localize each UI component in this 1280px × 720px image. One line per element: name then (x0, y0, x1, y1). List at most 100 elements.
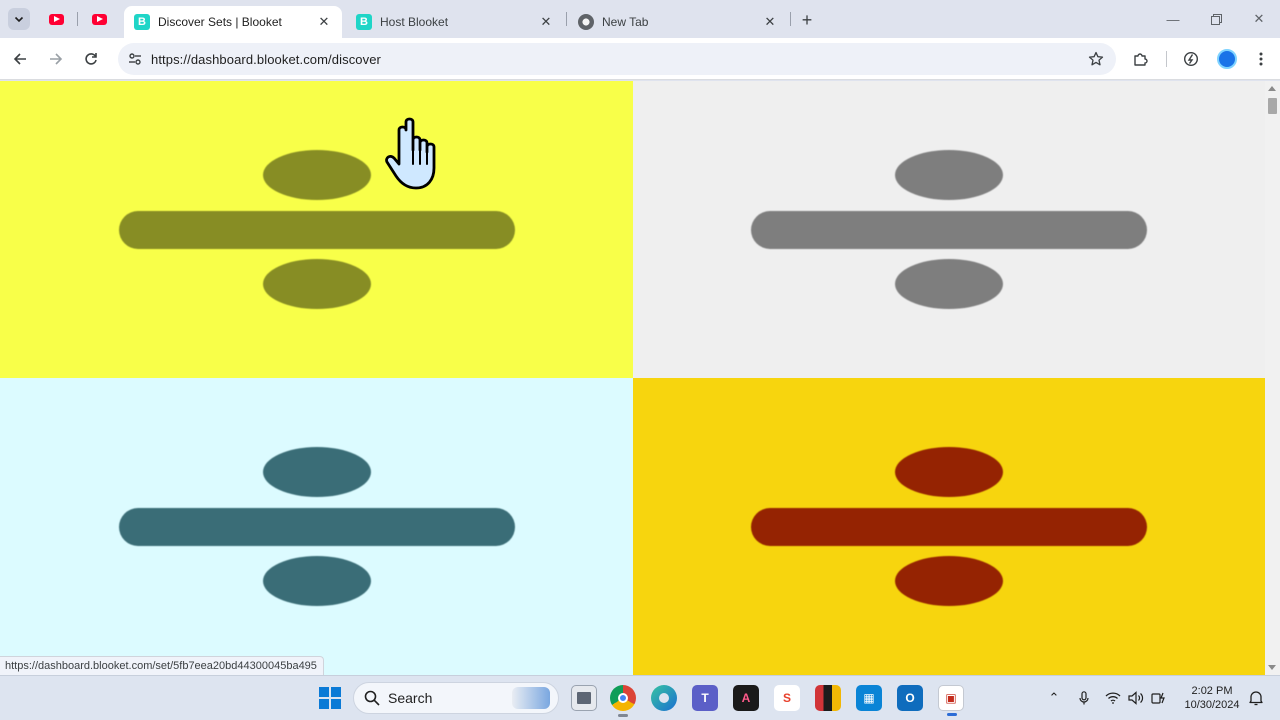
tab-host-blooket[interactable]: B Host Blooket ✕ (346, 6, 564, 38)
performance-button[interactable] (1179, 47, 1203, 71)
address-bar[interactable]: https://dashboard.blooket.com/discover (118, 43, 1116, 75)
division-symbol-image (117, 81, 517, 378)
profile-avatar[interactable] (1217, 49, 1237, 69)
new-tab-button[interactable]: + (796, 9, 818, 31)
notifications-button[interactable] (1245, 686, 1267, 710)
scroll-up-arrow-icon[interactable] (1268, 86, 1276, 91)
system-clock[interactable]: 2:02 PM 10/30/2024 (1180, 684, 1244, 712)
arrow-right-icon (50, 53, 63, 65)
speedometer-icon (1183, 51, 1199, 67)
tab-discover-sets[interactable]: B Discover Sets | Blooket ✕ (124, 6, 342, 38)
plus-icon: + (801, 9, 813, 30)
browser-toolbar: https://dashboard.blooket.com/discover (0, 38, 1280, 80)
menu-button[interactable] (1249, 47, 1273, 71)
taskbar-recorder[interactable]: ▣ (938, 685, 964, 716)
tab-separator (77, 12, 78, 26)
taskbar-chrome[interactable] (610, 685, 636, 717)
forward-button[interactable] (44, 47, 68, 71)
pinned-tab-youtube-2[interactable] (91, 11, 107, 27)
taskbar-app-grid[interactable] (815, 685, 841, 711)
chevron-down-icon (14, 16, 24, 23)
blooket-icon: B (134, 14, 150, 30)
outlook-icon: O (905, 691, 915, 705)
app-a-icon: A (741, 691, 751, 705)
recorder-icon: ▣ (945, 691, 957, 705)
close-icon[interactable]: ✕ (316, 14, 332, 30)
url-text: https://dashboard.blooket.com/discover (151, 51, 381, 67)
minimize-icon: — (1166, 11, 1180, 27)
division-symbol-image (749, 81, 1149, 378)
scroll-down-arrow-icon[interactable] (1268, 665, 1276, 670)
division-dot-top (895, 447, 1003, 497)
division-dot-top (262, 447, 371, 497)
close-icon[interactable]: ✕ (762, 14, 778, 30)
taskbar-app-s[interactable]: S (774, 685, 800, 711)
battery-icon[interactable] (1148, 686, 1170, 710)
store-icon: ▦ (863, 691, 875, 705)
back-button[interactable] (8, 47, 32, 71)
close-window-button[interactable]: ✕ (1248, 8, 1270, 30)
page-viewport (0, 81, 1280, 675)
tab-title: Discover Sets | Blooket (158, 15, 282, 29)
active-indicator (947, 713, 957, 716)
division-dot-bottom (262, 259, 371, 309)
puzzle-icon (1134, 53, 1148, 66)
app-s-icon: S (782, 691, 791, 705)
tab-search-button[interactable] (8, 8, 30, 30)
close-icon[interactable]: ✕ (538, 14, 554, 30)
division-dot-top (262, 150, 371, 200)
clock-time: 2:02 PM (1191, 685, 1233, 697)
division-symbol-image (117, 378, 517, 675)
set-card-1[interactable] (0, 81, 633, 378)
restore-button[interactable] (1205, 8, 1227, 30)
more-vertical-icon (1259, 52, 1263, 66)
taskbar-edge[interactable] (651, 685, 677, 711)
division-bar (118, 508, 515, 546)
set-card-4[interactable] (633, 378, 1265, 675)
set-card-2[interactable] (633, 81, 1265, 378)
extensions-button[interactable] (1129, 47, 1153, 71)
link-status-bubble: https://dashboard.blooket.com/set/5fb7ee… (0, 656, 324, 675)
wifi-icon[interactable] (1102, 686, 1124, 710)
windows-logo-icon (319, 687, 341, 709)
division-bar (751, 508, 1147, 546)
hand-pointer-cursor-icon (385, 117, 436, 190)
chevron-up-icon: ⌃ (1048, 690, 1060, 705)
tab-new-tab[interactable]: New Tab ✕ (568, 6, 788, 38)
set-card-3[interactable] (0, 378, 633, 675)
show-hidden-icons-button[interactable]: ⌃ (1043, 686, 1065, 710)
vertical-scrollbar[interactable] (1265, 81, 1280, 675)
taskbar-store[interactable]: ▦ (856, 685, 882, 711)
division-dot-bottom (895, 259, 1003, 309)
tab-separator (566, 12, 567, 26)
site-info-icon[interactable] (122, 46, 148, 72)
division-bar (118, 211, 515, 249)
restore-icon (1210, 13, 1222, 25)
chrome-icon (618, 693, 628, 703)
taskbar-teams[interactable]: T (692, 685, 718, 711)
scrollbar-thumb[interactable] (1268, 98, 1277, 114)
taskbar-search-box[interactable]: Search (353, 682, 559, 714)
clock-date: 10/30/2024 (1184, 699, 1240, 711)
taskbar-outlook[interactable]: O (897, 685, 923, 711)
youtube-icon (91, 13, 107, 25)
taskbar-app-a[interactable]: A (733, 685, 759, 711)
bookmark-star-icon[interactable] (1086, 49, 1106, 69)
edge-icon (659, 693, 669, 703)
start-button[interactable] (317, 685, 343, 711)
volume-icon[interactable] (1125, 686, 1147, 710)
chrome-icon (578, 14, 594, 30)
reload-button[interactable] (79, 47, 103, 71)
tab-title: New Tab (602, 15, 649, 29)
division-symbol-image (749, 378, 1149, 675)
pinned-tab-youtube-1[interactable] (48, 11, 64, 27)
arrow-left-icon (13, 53, 26, 65)
toolbar-separator (1166, 51, 1167, 67)
task-view-icon (577, 692, 591, 704)
microphone-icon[interactable] (1073, 686, 1095, 710)
task-view-button[interactable] (571, 685, 597, 711)
tab-title: Host Blooket (380, 15, 449, 29)
minimize-button[interactable]: — (1162, 8, 1184, 30)
teams-icon: T (701, 691, 709, 705)
notification-bell-icon (1249, 691, 1263, 706)
